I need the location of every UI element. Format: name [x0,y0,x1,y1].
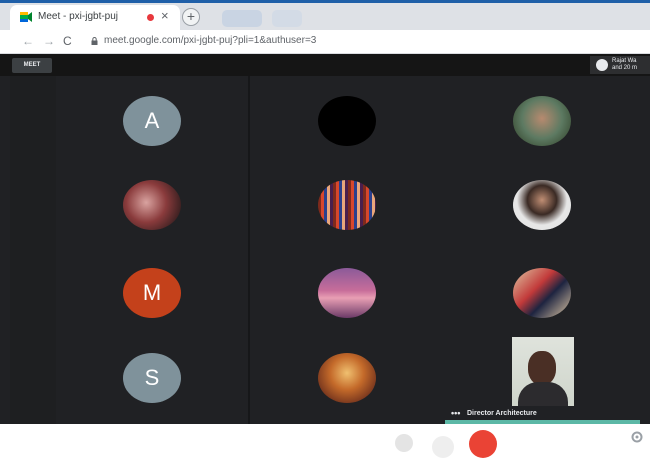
recording-indicator-icon [147,14,154,21]
options-dots-icon[interactable]: ••• [451,408,460,418]
new-tab-button[interactable]: + [182,8,200,26]
meet-top-bar: MEET Rajat Wa and 20 m [0,54,650,76]
participant-avatar-m[interactable]: M [123,268,181,318]
blurred-tab-item[interactable] [222,10,262,27]
mic-button[interactable] [395,434,413,452]
meet-favicon-icon [20,12,32,22]
participant-photo[interactable] [318,96,376,146]
meet-top-button[interactable]: MEET [12,58,52,73]
tab-title: Meet - pxi-jgbt-puj [38,11,119,22]
participant-photo[interactable] [513,268,571,318]
tab-close-button[interactable]: × [161,8,169,23]
meet-area: MEET Rajat Wa and 20 m A M S ••• Directo… [0,54,650,424]
window-top-strip [0,0,650,3]
participant-avatar-s[interactable]: S [123,353,181,403]
tab-bar: Meet - pxi-jgbt-puj × + [0,0,650,30]
url-text[interactable]: meet.google.com/pxi-jgbt-puj?pli=1&authu… [104,35,316,46]
speaker-body [518,382,568,407]
gear-icon[interactable] [630,430,644,444]
user-chip[interactable]: Rajat Wa and 20 m [590,56,650,74]
participant-photo[interactable] [318,268,376,318]
active-speaker-name: Director Architecture [467,410,537,417]
user-info: Rajat Wa and 20 m [612,58,638,71]
participant-photo[interactable] [513,96,571,146]
speaker-head [528,351,556,385]
address-bar: ← → C meet.google.com/pxi-jgbt-puj?pli=1… [0,30,650,54]
blurred-tab-item[interactable] [272,10,302,27]
avatar [596,59,608,71]
participant-avatar-a[interactable]: A [123,96,181,146]
participant-photo[interactable] [318,180,376,230]
side-panel [10,76,56,424]
participant-photo[interactable] [123,180,181,230]
end-call-button[interactable] [469,430,497,458]
participant-photo[interactable] [318,353,376,403]
camera-button[interactable] [432,436,454,458]
back-button[interactable]: ← [22,34,34,48]
active-speaker-video[interactable] [512,337,574,407]
browser-tab[interactable]: Meet - pxi-jgbt-puj × [10,5,180,30]
grid-divider [248,76,250,424]
lock-icon [91,37,98,45]
forward-button[interactable]: → [43,34,55,48]
meet-bottom-bar [0,424,650,458]
reload-button[interactable]: C [63,34,72,48]
participant-photo[interactable] [513,180,571,230]
